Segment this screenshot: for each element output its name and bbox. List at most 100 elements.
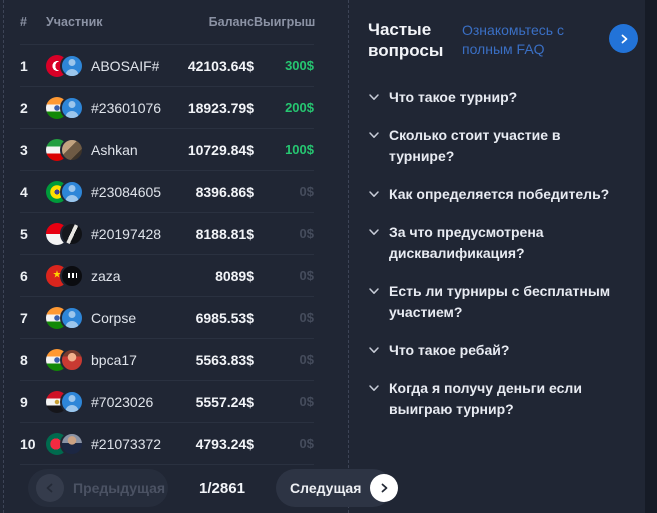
faq-question-label: Что такое ребай? [389, 342, 510, 358]
table-row[interactable]: 5 #20197428 8188.81$ 0$ [20, 213, 314, 255]
participant-name: ABOSAIF# [91, 57, 160, 74]
next-page-button[interactable]: Следущая [276, 469, 399, 507]
balance-cell: 42103.64$ [187, 57, 254, 74]
faq-question[interactable]: Что такое ребай? [368, 340, 620, 361]
avatar [60, 347, 84, 372]
faq-question-label: Что такое турнир? [389, 89, 518, 105]
rank-cell: 9 [20, 393, 28, 410]
win-cell: 0$ [299, 310, 314, 325]
participant-name: #21073372 [91, 435, 162, 452]
win-cell: 0$ [299, 268, 314, 283]
participant-name: zaza [91, 267, 121, 284]
faq-question-label: Есть ли турниры с бесплатным участием? [389, 283, 611, 320]
header-rank: # [20, 15, 27, 29]
balance-cell: 4793.24$ [195, 435, 254, 452]
win-cell: 0$ [299, 436, 314, 451]
balance-cell: 8188.81$ [195, 225, 254, 242]
chevron-down-icon [369, 229, 379, 235]
table-row[interactable]: 7 Corpse 6985.53$ 0$ [20, 297, 314, 339]
balance-cell: 18923.79$ [187, 99, 254, 116]
chevron-down-icon [369, 191, 379, 197]
rank-cell: 3 [20, 141, 28, 158]
win-cell: 300$ [285, 58, 314, 73]
table-row[interactable]: 4 #23084605 8396.86$ 0$ [20, 171, 314, 213]
prev-page-label: Предыдущая [73, 480, 166, 496]
left-dashed-divider [3, 0, 4, 513]
table-row[interactable]: 3 Ashkan 10729.84$ 100$ [20, 129, 314, 171]
table-row[interactable]: 6 zaza 8089$ 0$ [20, 255, 314, 297]
win-cell: 0$ [299, 394, 314, 409]
faq-question-label: Когда я получу деньги если выиграю турни… [389, 380, 582, 417]
balance-cell: 5557.24$ [195, 393, 254, 410]
participant-name: #7023026 [91, 393, 154, 410]
win-cell: 0$ [299, 226, 314, 241]
win-cell: 0$ [299, 352, 314, 367]
tournament-leaderboard: # Участник Баланс Выигрыш 1 ABOSAIF# 421… [20, 0, 316, 465]
rank-cell: 2 [20, 99, 28, 116]
rank-cell: 5 [20, 225, 28, 242]
chevron-down-icon [369, 132, 379, 138]
page-edge-strip [645, 0, 657, 513]
table-faq-divider [348, 0, 349, 513]
participant-name: Corpse [91, 309, 137, 326]
header-win: Выигрыш [254, 15, 316, 29]
balance-cell: 6985.53$ [195, 309, 254, 326]
faq-question[interactable]: Как определяется победитель? [368, 184, 620, 205]
avatar [60, 53, 84, 78]
win-cell: 100$ [285, 142, 314, 157]
table-row[interactable]: 10 #21073372 4793.24$ 0$ [20, 423, 314, 465]
next-page-label: Следущая [290, 480, 362, 496]
balance-cell: 10729.84$ [187, 141, 254, 158]
avatar [60, 221, 84, 246]
participant-name: Ashkan [91, 141, 138, 158]
avatar [60, 305, 84, 330]
balance-cell: 8396.86$ [195, 183, 254, 200]
chevron-down-icon [369, 385, 379, 391]
faq-title: Частые вопросы [368, 20, 444, 60]
page-indicator: 1/2861 [199, 479, 245, 497]
chevron-down-icon [369, 288, 379, 294]
rank-cell: 8 [20, 351, 28, 368]
balance-cell: 5563.83$ [195, 351, 254, 368]
table-row[interactable]: 9 #7023026 5557.24$ 0$ [20, 381, 314, 423]
table-row[interactable]: 1 ABOSAIF# 42103.64$ 300$ [20, 45, 314, 87]
chevron-right-icon [370, 474, 399, 502]
faq-list: Что такое турнир? Сколько стоит участие … [368, 87, 620, 420]
chevron-down-icon [369, 94, 379, 100]
faq-question-label: Как определяется победитель? [389, 186, 610, 202]
table-row[interactable]: 2 #23601076 18923.79$ 200$ [20, 87, 314, 129]
table-row[interactable]: 8 bpca17 5563.83$ 0$ [20, 339, 314, 381]
rank-cell: 7 [20, 309, 28, 326]
avatar [60, 179, 84, 204]
avatar [60, 95, 84, 120]
rank-cell: 10 [20, 435, 36, 452]
avatar [60, 431, 84, 456]
participant-name: #23084605 [91, 183, 162, 200]
faq-question[interactable]: Когда я получу деньги если выиграю турни… [368, 378, 620, 420]
win-cell: 200$ [285, 100, 314, 115]
pagination: Предыдущая 1/2861 Следущая [28, 469, 399, 507]
participant-name: bpca17 [91, 351, 137, 368]
chevron-left-icon [36, 474, 64, 502]
faq-link-button[interactable] [609, 24, 638, 53]
header-balance: Баланс [208, 15, 254, 29]
faq-question[interactable]: Что такое турнир? [368, 87, 620, 108]
faq-question[interactable]: За что предусмотрена дисквалификация? [368, 222, 620, 264]
chevron-right-icon [621, 34, 627, 43]
win-cell: 0$ [299, 184, 314, 199]
faq-question[interactable]: Сколько стоит участие в турнире? [368, 125, 620, 167]
table-header-row: # Участник Баланс Выигрыш [20, 0, 316, 45]
faq-header: Частые вопросы Ознакомьтесь с полным FAQ [368, 16, 638, 61]
faq-question-label: За что предусмотрена дисквалификация? [389, 224, 544, 261]
rank-cell: 1 [20, 57, 28, 74]
prev-page-button[interactable]: Предыдущая [28, 469, 168, 507]
participant-name: #23601076 [91, 99, 162, 116]
avatar [60, 137, 84, 162]
faq-question-label: Сколько стоит участие в турнире? [389, 127, 561, 164]
participant-name: #20197428 [91, 225, 162, 242]
faq-full-link[interactable]: Ознакомьтесь с полным FAQ [462, 21, 592, 59]
faq-question[interactable]: Есть ли турниры с бесплатным участием? [368, 281, 620, 323]
rank-cell: 4 [20, 183, 28, 200]
chevron-down-icon [369, 347, 379, 353]
avatar [60, 389, 84, 414]
